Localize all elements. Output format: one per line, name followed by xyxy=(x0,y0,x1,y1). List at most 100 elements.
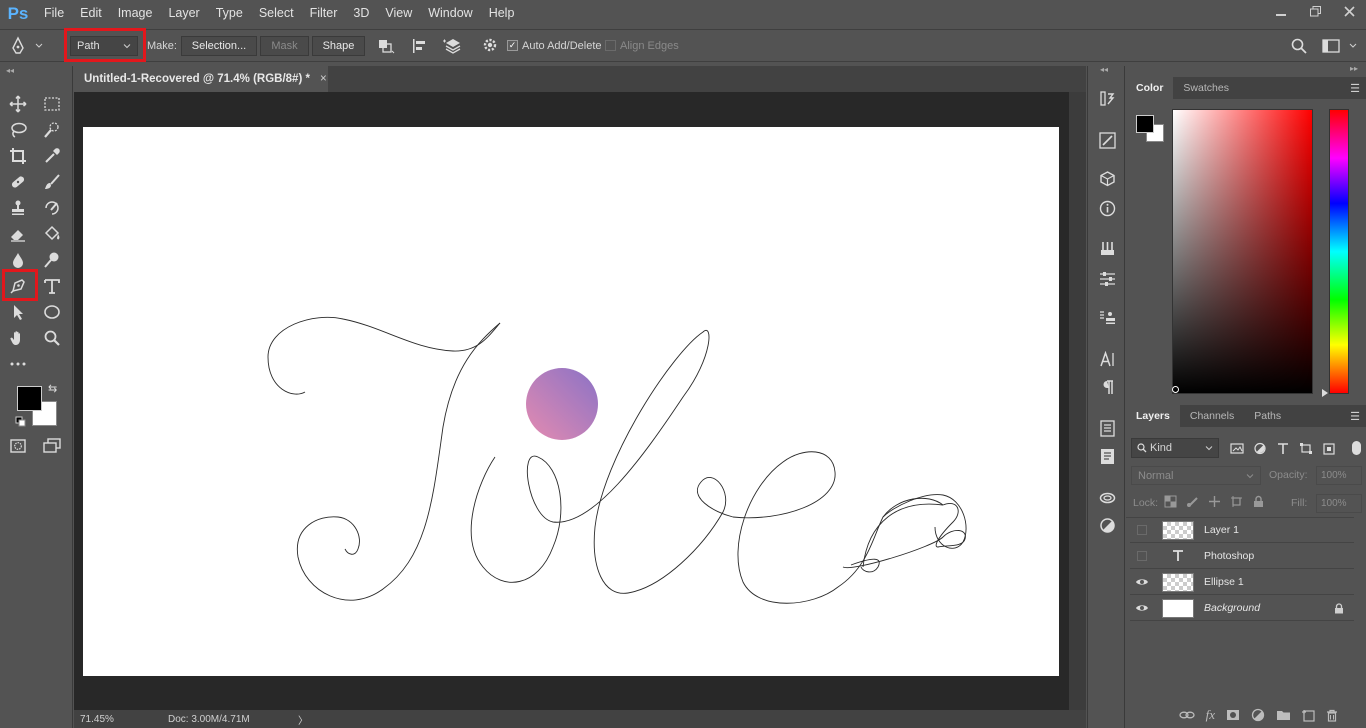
character-styles-button[interactable] xyxy=(1095,417,1119,439)
path-selection-tool[interactable] xyxy=(6,301,30,323)
lock-position-icon[interactable] xyxy=(1208,495,1221,508)
path-operations-button[interactable] xyxy=(376,30,396,61)
adjustment-layer-panel-button[interactable] xyxy=(1095,514,1119,536)
opacity-field[interactable]: 100% xyxy=(1316,466,1362,485)
foreground-color-swatch[interactable] xyxy=(17,386,42,411)
character-panel-button[interactable] xyxy=(1095,348,1119,370)
lasso-tool[interactable] xyxy=(6,119,30,141)
fill-field[interactable]: 100% xyxy=(1316,494,1362,513)
blur-tool[interactable] xyxy=(6,249,30,271)
layer-row-background[interactable]: Background xyxy=(1130,596,1354,621)
make-shape-button[interactable]: Shape xyxy=(312,35,365,56)
zoom-level[interactable]: 71.45% xyxy=(80,714,140,725)
properties-panel-button[interactable] xyxy=(1095,267,1119,289)
tab-swatches[interactable]: Swatches xyxy=(1173,77,1239,99)
expand-arrows-icon[interactable]: ▸▸ xyxy=(1350,64,1358,73)
menu-3d[interactable]: 3D xyxy=(345,0,377,27)
tab-channels[interactable]: Channels xyxy=(1180,405,1244,427)
menu-layer[interactable]: Layer xyxy=(160,0,207,27)
close-tab-icon[interactable]: × xyxy=(320,73,327,85)
history-panel-button[interactable] xyxy=(1095,87,1119,109)
panel-menu-icon[interactable]: ☰ xyxy=(1350,410,1360,423)
restore-button[interactable] xyxy=(1298,0,1332,22)
type-tool[interactable] xyxy=(40,275,64,297)
libraries-panel-button[interactable] xyxy=(1095,486,1119,508)
document-canvas[interactable] xyxy=(83,127,1059,676)
new-group-folder-icon[interactable] xyxy=(1276,709,1291,721)
filter-pixel-icon[interactable] xyxy=(1230,442,1244,455)
ellipse-tool[interactable] xyxy=(40,301,64,323)
align-edges-checkbox[interactable] xyxy=(605,40,616,51)
default-colors-icon[interactable] xyxy=(15,416,27,431)
swap-colors-icon[interactable]: ⇆ xyxy=(48,382,57,395)
healing-brush-tool[interactable] xyxy=(6,171,30,193)
adjustments-panel-button[interactable] xyxy=(1095,237,1119,259)
filter-smart-object-icon[interactable] xyxy=(1322,442,1336,455)
path-alignment-button[interactable] xyxy=(410,30,430,61)
paint-bucket-tool[interactable] xyxy=(40,223,64,245)
quick-selection-tool[interactable] xyxy=(40,119,64,141)
tab-paths[interactable]: Paths xyxy=(1244,405,1291,427)
geometry-options-button[interactable] xyxy=(482,30,500,61)
layer-row-ellipse-1[interactable]: Ellipse 1 xyxy=(1130,570,1354,595)
auto-add-delete-checkbox[interactable]: ✓ xyxy=(507,40,518,51)
layer-visibility-toggle[interactable] xyxy=(1130,570,1154,595)
panel-menu-icon[interactable]: ☰ xyxy=(1350,82,1360,95)
close-window-button[interactable] xyxy=(1332,0,1366,22)
layer-visibility-toggle[interactable] xyxy=(1130,596,1154,621)
lock-image-icon[interactable] xyxy=(1186,495,1199,508)
link-layers-icon[interactable] xyxy=(1178,709,1195,721)
brushes-panel-button[interactable] xyxy=(1095,129,1119,151)
add-mask-icon[interactable] xyxy=(1226,709,1240,721)
color-picker-handle[interactable] xyxy=(1172,386,1179,393)
layer-style-fx-icon[interactable]: fx xyxy=(1206,707,1215,723)
tab-layers[interactable]: Layers xyxy=(1126,405,1180,427)
layer-visibility-toggle[interactable] xyxy=(1130,518,1154,543)
hand-tool[interactable] xyxy=(6,327,30,349)
hue-slider[interactable] xyxy=(1329,109,1349,394)
collapse-arrows-icon[interactable]: ◂◂ xyxy=(1100,65,1108,74)
info-panel-button[interactable] xyxy=(1095,197,1119,219)
tab-color[interactable]: Color xyxy=(1126,77,1174,99)
layer-name[interactable]: Layer 1 xyxy=(1204,524,1239,536)
layer-visibility-toggle[interactable] xyxy=(1130,544,1154,569)
filter-type-icon[interactable] xyxy=(1276,442,1290,455)
auto-add-delete-toggle[interactable]: ✓ Auto Add/Delete xyxy=(507,30,602,61)
paragraph-panel-button[interactable] xyxy=(1095,376,1119,398)
menu-help[interactable]: Help xyxy=(481,0,523,27)
vertical-scrollbar[interactable] xyxy=(1069,92,1086,710)
trash-icon[interactable] xyxy=(1326,709,1338,722)
layer-name[interactable]: Background xyxy=(1204,602,1260,614)
menu-image[interactable]: Image xyxy=(110,0,161,27)
quick-mask-button[interactable] xyxy=(6,435,30,457)
collapse-arrows-icon[interactable]: ◂◂ xyxy=(6,66,14,75)
search-button[interactable] xyxy=(1290,30,1308,61)
zoom-tool[interactable] xyxy=(40,327,64,349)
eraser-tool[interactable] xyxy=(6,223,30,245)
lock-transparent-icon[interactable] xyxy=(1164,495,1177,508)
crop-tool[interactable] xyxy=(6,145,30,167)
workspace-switcher[interactable] xyxy=(1322,30,1358,61)
layer-filter-toggle[interactable] xyxy=(1352,441,1361,455)
menu-select[interactable]: Select xyxy=(251,0,302,27)
status-menu-arrow[interactable]: 〉 xyxy=(298,712,308,727)
dodge-tool[interactable] xyxy=(40,249,64,271)
lock-artboard-icon[interactable] xyxy=(1230,495,1243,508)
move-tool[interactable] xyxy=(6,93,30,115)
layer-row-photoshop[interactable]: Photoshop xyxy=(1130,544,1354,569)
layer-name[interactable]: Photoshop xyxy=(1204,550,1254,562)
clone-source-panel-button[interactable] xyxy=(1095,306,1119,328)
ellipse-1-shape[interactable] xyxy=(526,368,598,440)
menu-file[interactable]: File xyxy=(36,0,72,27)
clone-stamp-tool[interactable] xyxy=(6,197,30,219)
color-field[interactable] xyxy=(1172,109,1313,394)
layer-filter-dropdown[interactable]: Kind xyxy=(1131,438,1219,458)
menu-filter[interactable]: Filter xyxy=(302,0,346,27)
history-brush-tool[interactable] xyxy=(40,197,64,219)
brush-tool[interactable] xyxy=(40,171,64,193)
lock-all-icon[interactable] xyxy=(1252,495,1265,508)
new-adjustment-layer-icon[interactable] xyxy=(1251,708,1265,722)
path-arrangement-button[interactable] xyxy=(442,30,464,61)
color-panel-foreground[interactable] xyxy=(1136,115,1154,133)
menu-view[interactable]: View xyxy=(377,0,420,27)
